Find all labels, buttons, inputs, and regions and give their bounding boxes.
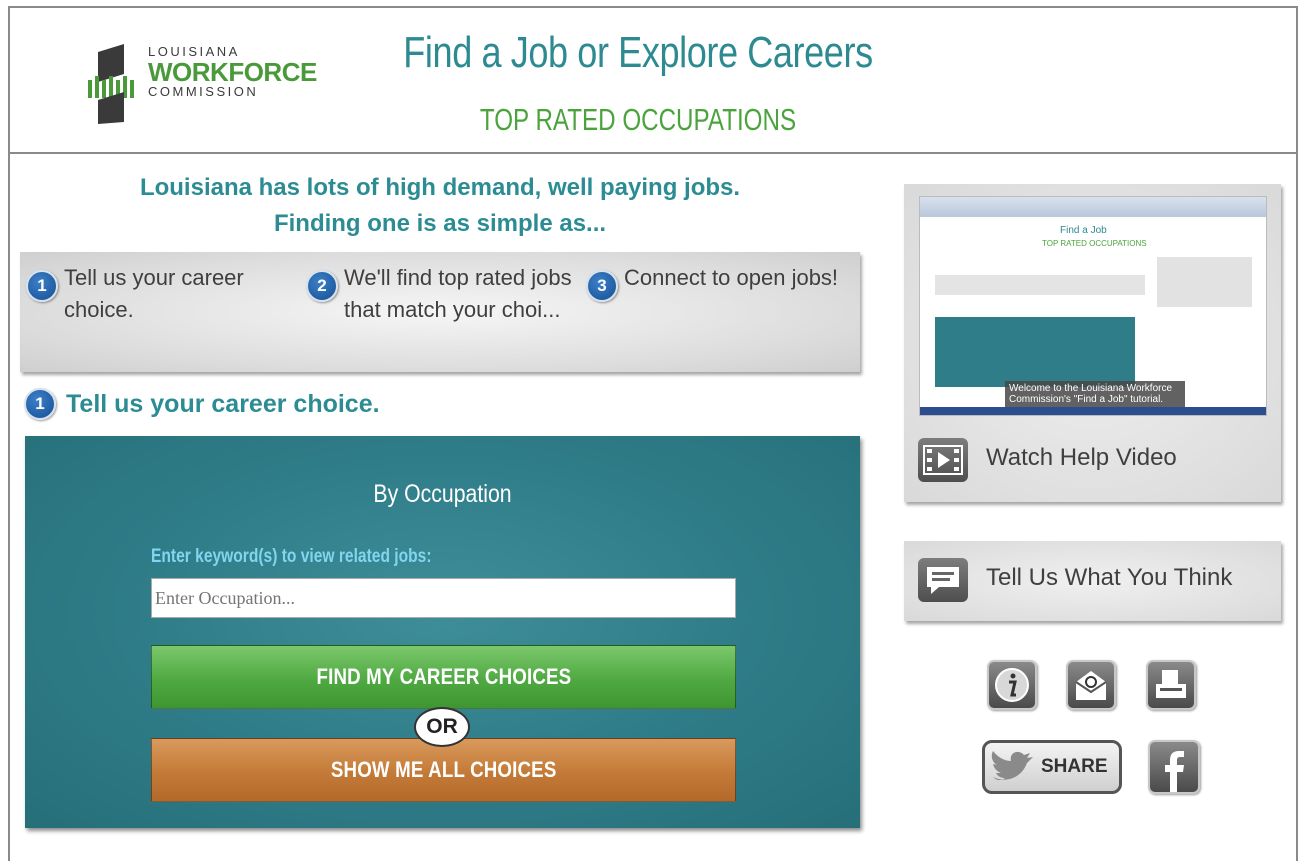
thumb-title: Find a Job bbox=[1060, 225, 1107, 236]
find-career-choices-button[interactable]: FIND MY CAREER CHOICES bbox=[151, 645, 736, 709]
step-number-badge: 3 bbox=[586, 270, 618, 302]
intro-text: Louisiana has lots of high demand, well … bbox=[20, 170, 860, 242]
intro-line-2: Finding one is as simple as... bbox=[273, 210, 607, 237]
info-icon[interactable] bbox=[987, 660, 1037, 710]
steps-banner: 1 Tell us your career choice. 2 We'll fi… bbox=[20, 252, 860, 372]
step-number-badge: 1 bbox=[26, 270, 58, 302]
thumb-panel bbox=[935, 317, 1135, 387]
thumb-browser-bar bbox=[920, 197, 1266, 217]
section-number-badge: 1 bbox=[24, 388, 56, 420]
feedback-button[interactable]: Tell Us What You Think bbox=[904, 541, 1281, 621]
intro-line-1: Louisiana has lots of high demand, well … bbox=[139, 174, 741, 201]
facebook-icon[interactable] bbox=[1148, 740, 1200, 794]
step-text: Connect to open jobs! bbox=[624, 265, 839, 290]
occupation-input[interactable] bbox=[151, 578, 736, 618]
show-all-choices-label: SHOW ME ALL CHOICES bbox=[330, 757, 557, 782]
thumb-taskbar bbox=[920, 407, 1266, 415]
step-number-badge: 2 bbox=[306, 270, 338, 302]
or-badge: OR bbox=[414, 707, 470, 747]
logo-mark-icon bbox=[88, 44, 134, 124]
help-video-card[interactable]: Find a Job TOP RATED OCCUPATIONS Welcome… bbox=[904, 184, 1281, 502]
panel-title: By Occupation bbox=[373, 480, 512, 508]
feedback-label: Tell Us What You Think bbox=[986, 564, 1233, 591]
header: LOUISIANA WORKFORCE COMMISSION Find a Jo… bbox=[8, 6, 1298, 154]
section-title: Tell us your career choice. bbox=[66, 390, 380, 418]
print-icon[interactable] bbox=[1146, 660, 1196, 710]
twitter-share-button[interactable]: SHARE bbox=[982, 740, 1122, 794]
keyword-label: Enter keyword(s) to view related jobs: bbox=[151, 546, 432, 567]
step-text: Tell us your career choice. bbox=[64, 265, 244, 322]
email-icon[interactable] bbox=[1066, 660, 1116, 710]
share-label: SHARE bbox=[1041, 756, 1108, 777]
thumb-steps bbox=[935, 275, 1145, 295]
occupation-search-panel: By Occupation Enter keyword(s) to view r… bbox=[25, 436, 860, 828]
video-thumbnail[interactable]: Find a Job TOP RATED OCCUPATIONS Welcome… bbox=[919, 196, 1267, 416]
show-all-choices-button[interactable]: SHOW ME ALL CHOICES bbox=[151, 738, 736, 802]
lwc-logo[interactable]: LOUISIANA WORKFORCE COMMISSION bbox=[88, 44, 317, 124]
logo-text: LOUISIANA WORKFORCE COMMISSION bbox=[148, 44, 317, 100]
thumb-sidebar bbox=[1157, 257, 1252, 307]
find-career-choices-label: FIND MY CAREER CHOICES bbox=[316, 664, 571, 689]
watch-video-label: Watch Help Video bbox=[986, 444, 1177, 471]
video-icon bbox=[918, 438, 968, 482]
page-subtitle: TOP RATED OCCUPATIONS bbox=[479, 102, 797, 137]
twitter-bird-icon bbox=[991, 751, 1033, 781]
step-text: We'll find top rated jobs that match you… bbox=[344, 265, 572, 322]
thumb-subtitle: TOP RATED OCCUPATIONS bbox=[1042, 239, 1147, 248]
page-title: Find a Job or Explore Careers bbox=[403, 28, 873, 77]
chat-icon bbox=[918, 558, 968, 602]
logo-line-workforce: WORKFORCE bbox=[148, 57, 317, 87]
